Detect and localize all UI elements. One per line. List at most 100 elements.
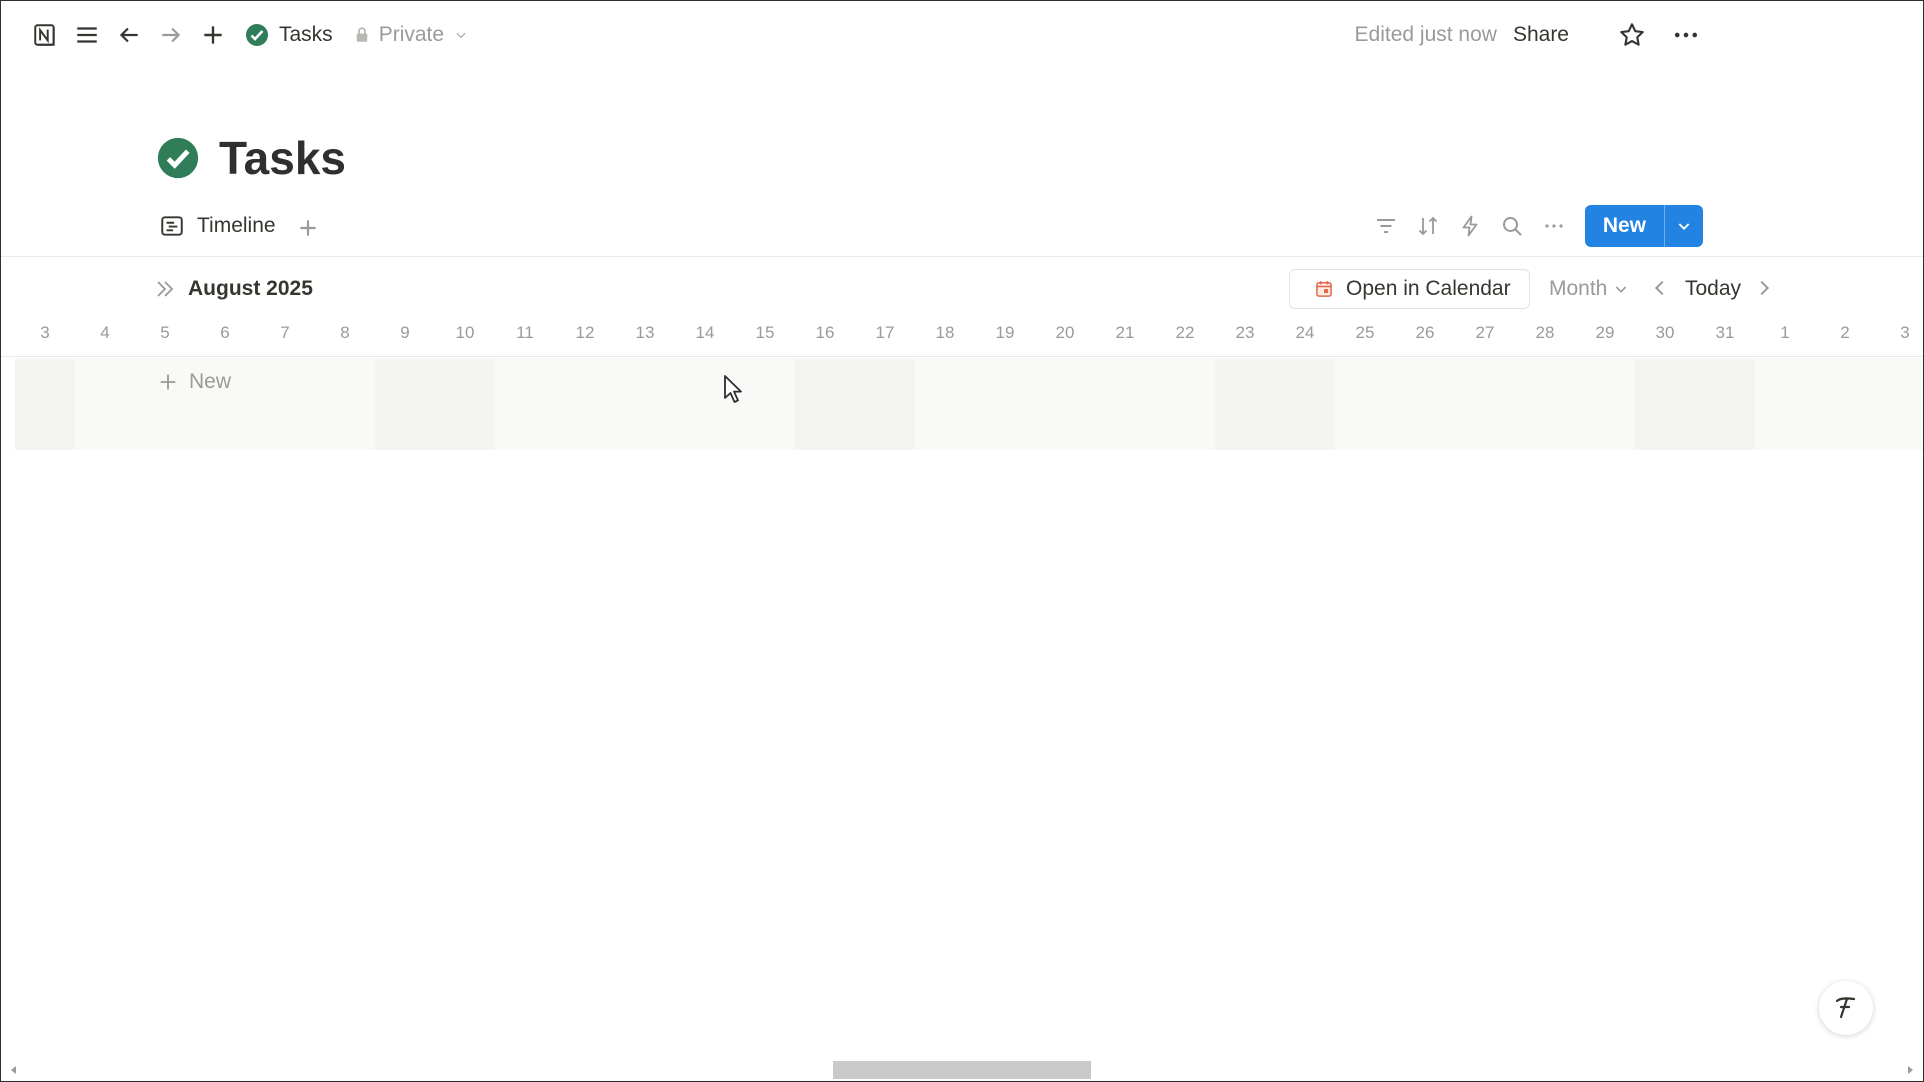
share-button[interactable]: Share [1513, 23, 1569, 47]
privacy-label: Private [378, 23, 445, 46]
star-icon[interactable] [1615, 18, 1649, 52]
date-tick: 6 [220, 323, 230, 342]
date-tick: 22 [1175, 323, 1195, 342]
top-bar-actions: Edited just now Share [1355, 1, 1703, 69]
day-column [735, 358, 795, 450]
search-icon[interactable] [1499, 213, 1525, 239]
new-dropdown-chevron-down-icon[interactable] [1665, 205, 1703, 247]
date-tick: 16 [815, 323, 835, 342]
new-row-button[interactable]: New [157, 370, 231, 394]
date-tick: 5 [160, 323, 170, 342]
chevron-left-icon[interactable] [1649, 277, 1671, 299]
date-tick: 15 [755, 323, 775, 342]
lightning-icon[interactable] [1457, 213, 1483, 239]
day-column [795, 358, 855, 450]
notion-logo-icon[interactable] [27, 17, 63, 53]
date-tick: 3 [1900, 323, 1910, 342]
date-tick: 10 [455, 323, 475, 342]
date-tick: 9 [400, 323, 410, 342]
chevron-down-icon [456, 32, 466, 39]
day-column [495, 358, 555, 450]
day-column [855, 358, 915, 450]
date-tick: 14 [695, 323, 715, 342]
mouse-pointer-icon [724, 375, 742, 403]
date-tick: 21 [1115, 323, 1135, 342]
more-horizontal-icon[interactable] [1669, 18, 1703, 52]
sort-icon[interactable] [1415, 213, 1441, 239]
day-column [375, 358, 435, 450]
scroll-right-icon[interactable] [1905, 1065, 1915, 1075]
date-ruler: 3 4 5 6 7 8 9 10 11 12 13 14 15 16 17 18 19 20 21 22 23 24 25 2… [1, 319, 1923, 357]
date-tick: 11 [516, 323, 534, 342]
scrollbar-thumb[interactable] [833, 1061, 1091, 1079]
date-tick: 19 [995, 323, 1015, 342]
day-column [975, 358, 1035, 450]
day-column [1575, 358, 1635, 450]
breadcrumb-title: Tasks [279, 23, 333, 46]
horizontal-scrollbar[interactable] [1, 1059, 1923, 1081]
privacy-menu[interactable]: Private [353, 23, 468, 47]
more-horizontal-icon[interactable] [1541, 213, 1567, 239]
date-tick: 8 [340, 323, 350, 342]
help-icon [1835, 997, 1856, 1019]
day-column [675, 358, 735, 450]
tab-timeline[interactable]: Timeline [159, 213, 276, 239]
chevron-right-icon[interactable] [1753, 277, 1775, 299]
day-column [255, 358, 315, 450]
help-button[interactable] [1819, 981, 1873, 1035]
day-column [1155, 358, 1215, 450]
day-column [915, 358, 975, 450]
open-in-calendar-label: Open in Calendar [1346, 277, 1511, 300]
view-toolbar: New [1357, 205, 1703, 247]
date-tick: 13 [635, 323, 655, 342]
date-tick: 24 [1295, 323, 1315, 342]
arrow-left-icon[interactable] [111, 17, 147, 53]
add-view-plus-icon[interactable] [295, 215, 321, 241]
plus-icon [160, 374, 176, 390]
date-tick: 12 [575, 323, 595, 342]
date-tick: 20 [1055, 323, 1075, 342]
timeline-header: August 2025 Open in Calendar Month Today [1, 263, 1923, 317]
new-row-label: New [189, 370, 232, 393]
page-title[interactable]: Tasks [219, 131, 346, 185]
day-column [1635, 358, 1695, 450]
plus-icon[interactable] [195, 17, 231, 53]
filter-icon[interactable] [1373, 213, 1399, 239]
timeline-grid[interactable]: New [1, 358, 1923, 450]
new-item-button[interactable]: New [1584, 205, 1703, 247]
today-button[interactable]: Today [1685, 277, 1741, 301]
date-tick: 29 [1595, 323, 1615, 342]
day-column [1695, 358, 1755, 450]
arrow-right-icon[interactable] [153, 17, 189, 53]
day-column [1815, 358, 1875, 450]
timeline-icon [161, 216, 183, 236]
zoom-select[interactable]: Month [1549, 277, 1629, 301]
date-tick: 18 [935, 323, 955, 342]
open-in-calendar-button[interactable]: Open in Calendar [1289, 269, 1530, 309]
date-tick: 26 [1415, 323, 1435, 342]
hamburger-icon[interactable] [69, 17, 105, 53]
page-icon-check-circle-icon[interactable] [157, 137, 199, 179]
edited-status: Edited just now [1354, 23, 1497, 46]
new-button-label[interactable]: New [1585, 205, 1665, 247]
page-header: Tasks [157, 131, 346, 185]
date-tick: 31 [1715, 323, 1735, 342]
double-chevron-right-icon[interactable] [153, 277, 177, 301]
date-tick: 1 [1780, 323, 1790, 342]
day-column [1515, 358, 1575, 450]
date-tick: 25 [1355, 323, 1375, 342]
date-tick: 23 [1235, 323, 1255, 342]
date-tick: 2 [1840, 323, 1850, 342]
date-tick: 7 [280, 323, 290, 342]
tab-timeline-label: Timeline [197, 214, 276, 237]
breadcrumb[interactable]: Tasks [245, 23, 333, 47]
day-column [75, 358, 135, 450]
day-column [1095, 358, 1155, 450]
check-circle-icon [246, 24, 268, 46]
scroll-left-icon[interactable] [9, 1065, 19, 1075]
day-column [1875, 358, 1923, 450]
date-tick: 17 [875, 323, 895, 342]
day-column [1335, 358, 1395, 450]
day-column [1755, 358, 1815, 450]
day-column [15, 358, 75, 450]
